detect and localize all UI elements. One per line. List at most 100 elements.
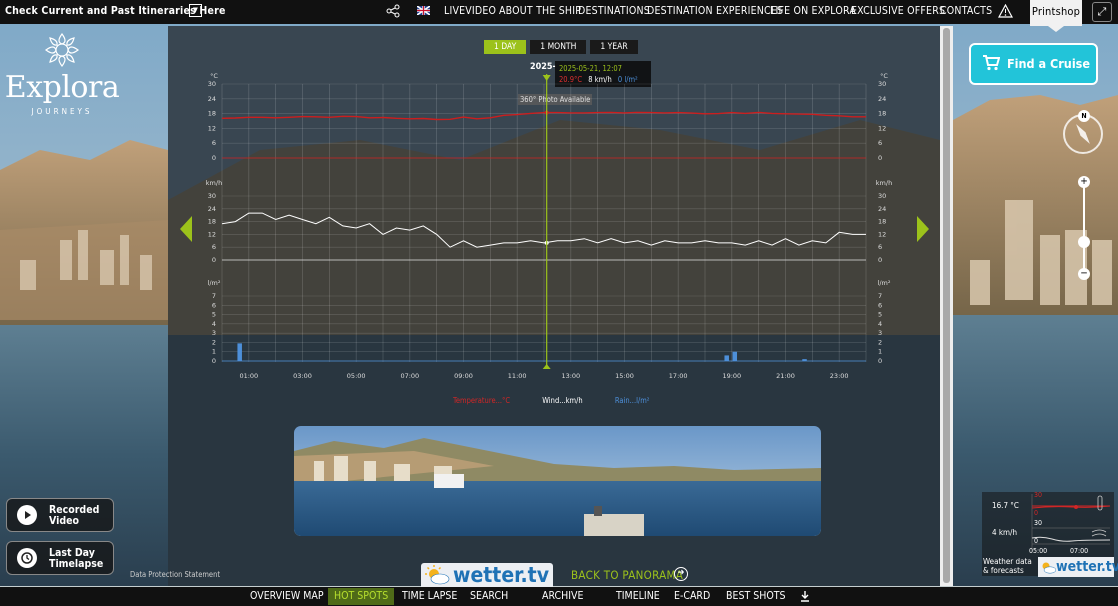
x-tick-label: 09:00 [454, 372, 473, 380]
rain-ytick-right: 4 [878, 320, 882, 328]
rain-bar [802, 359, 807, 361]
temperature-ytick-left: 18 [208, 110, 216, 118]
temperature-unit-left: °C [210, 72, 218, 80]
bottom-nav-archive[interactable]: ARCHIVE [542, 590, 583, 602]
next-day-arrow-icon[interactable] [917, 216, 929, 242]
rain-bar [237, 343, 242, 361]
wind-ytick-left: 12 [208, 230, 216, 238]
x-tick-label: 03:00 [293, 372, 312, 380]
mini-wind: 4 km/h [992, 528, 1018, 537]
x-tick-label: 13:00 [561, 372, 580, 380]
wind-ytick-left: 6 [212, 243, 216, 251]
rain-ytick-left: 0 [212, 357, 216, 365]
scrollbar-thumb[interactable] [943, 28, 950, 583]
x-tick-label: 15:00 [615, 372, 634, 380]
rain-ytick-left: 3 [212, 329, 216, 337]
temperature-ytick-right: 24 [878, 95, 886, 103]
bottom-nav-search[interactable]: SEARCH [470, 590, 508, 602]
rain-ytick-left: 2 [212, 338, 216, 346]
x-tick-label: 23:00 [830, 372, 849, 380]
vertical-scrollbar[interactable] [940, 26, 953, 586]
temperature-ytick-right: 18 [878, 110, 886, 118]
mini-wind-tick-bottom: 0 [1034, 537, 1039, 545]
bottom-nav-overview-map[interactable]: OVERVIEW MAP [250, 590, 324, 602]
x-tick-label: 19:00 [722, 372, 741, 380]
legend-wind: Wind...km/h [542, 396, 583, 405]
temperature-ytick-left: 0 [212, 154, 216, 162]
mini-x-tick-1: 07:00 [1070, 547, 1089, 555]
mini-temp-tick-top: 30 [1034, 491, 1043, 499]
rain-ytick-left: 7 [212, 292, 216, 300]
rain-ytick-left: 4 [212, 320, 216, 328]
mini-x-tick-0: 05:00 [1029, 547, 1048, 555]
chart-legend: Temperature...°C Wind...km/h Rain...l/m² [453, 396, 650, 405]
wind-ytick-left: 30 [208, 192, 216, 200]
download-icon[interactable] [800, 591, 810, 602]
wind-unit-right: km/h [876, 179, 892, 187]
temperature-ytick-left: 30 [208, 80, 216, 88]
wind-ytick-right: 6 [878, 243, 882, 251]
legend-temperature: Temperature...°C [453, 396, 511, 405]
bottom-navigation-bar: OVERVIEW MAP HOT SPOTS TIME LAPSE SEARCH… [0, 587, 1118, 606]
x-tick-label: 01:00 [239, 372, 258, 380]
wind-ytick-right: 24 [878, 205, 886, 213]
rain-ytick-left: 5 [212, 311, 216, 319]
x-tick-label: 17:00 [669, 372, 688, 380]
rain-bar [732, 351, 738, 361]
rain-unit-left: l/m² [208, 279, 221, 287]
rain-ytick-right: 6 [878, 301, 882, 309]
legend-rain: Rain...l/m² [614, 396, 650, 405]
wind-ytick-right: 12 [878, 230, 886, 238]
wind-ytick-left: 18 [208, 218, 216, 226]
bottom-nav-time-lapse[interactable]: TIME LAPSE [402, 590, 457, 602]
wind-ytick-right: 30 [878, 192, 886, 200]
panorama-thumbnail[interactable] [294, 426, 821, 536]
mini-sun-cloud-icon [1042, 562, 1056, 574]
data-protection-link[interactable]: Data Protection Statement [130, 570, 220, 579]
temperature-unit-right: °C [880, 72, 888, 80]
bottom-nav-best-shots[interactable]: BEST SHOTS [726, 590, 786, 602]
wind-ytick-right: 0 [878, 256, 882, 264]
sun-cloud-icon [425, 565, 450, 585]
bottom-nav-timeline[interactable]: TIMELINE [616, 590, 660, 602]
arrow-right-circle-icon[interactable]: ➜ [674, 567, 688, 581]
wetter-tv-text: wetter.tv [453, 563, 550, 587]
rain-ytick-left: 6 [212, 301, 216, 309]
mini-wetter-text: wetter.tv [1056, 559, 1118, 575]
rain-bar [724, 355, 729, 361]
temperature-ytick-right: 12 [878, 124, 886, 132]
wind-ytick-left: 24 [208, 205, 216, 213]
x-tick-label: 05:00 [347, 372, 366, 380]
rain-ytick-left: 1 [212, 348, 216, 356]
mini-wind-tick-top: 30 [1034, 519, 1043, 527]
rain-ytick-right: 7 [878, 292, 882, 300]
wind-unit-left: km/h [206, 179, 222, 187]
x-tick-label: 07:00 [400, 372, 419, 380]
mini-temperature: 16.7 °C [992, 501, 1019, 510]
temperature-ytick-left: 12 [208, 124, 216, 132]
time-cursor-bottom-handle [542, 364, 551, 369]
rain-ytick-right: 5 [878, 311, 882, 319]
mini-temp-tick-bottom: 0 [1034, 509, 1039, 517]
time-cursor-top-handle [542, 75, 551, 81]
x-tick-label: 21:00 [776, 372, 795, 380]
weather-data-label: Weather data & forecasts [983, 557, 1032, 575]
mini-wetter-tv-logo[interactable]: wetter.tv [1038, 557, 1118, 577]
bottom-nav-e-card[interactable]: E-CARD [674, 590, 710, 602]
wind-ytick-right: 18 [878, 218, 886, 226]
rain-ytick-right: 3 [878, 329, 882, 337]
rain-unit-right: l/m² [878, 279, 891, 287]
rain-ytick-right: 0 [878, 357, 882, 365]
rain-ytick-right: 2 [878, 338, 882, 346]
x-tick-label: 11:00 [508, 372, 527, 380]
temperature-ytick-right: 30 [878, 80, 886, 88]
bottom-nav-hot-spots[interactable]: HOT SPOTS [328, 588, 395, 605]
temperature-ytick-right: 6 [878, 139, 882, 147]
temperature-ytick-left: 24 [208, 95, 216, 103]
wind-ytick-left: 0 [212, 256, 216, 264]
rain-ytick-right: 1 [878, 348, 882, 356]
back-to-panorama-link[interactable]: BACK TO PANORAMA [571, 568, 683, 582]
previous-day-arrow-icon[interactable] [180, 216, 192, 242]
temperature-ytick-right: 0 [878, 154, 882, 162]
wetter-tv-logo[interactable]: wetter.tv [421, 563, 553, 587]
